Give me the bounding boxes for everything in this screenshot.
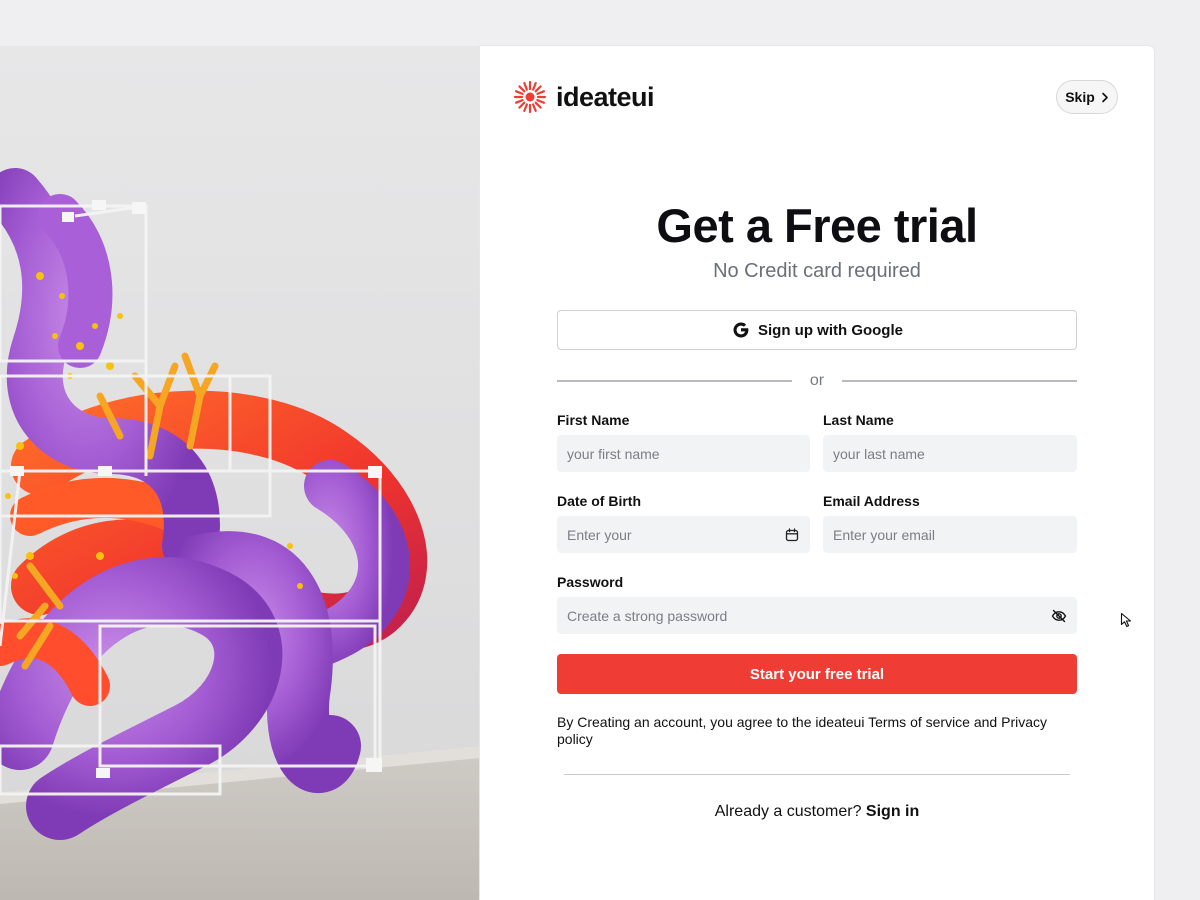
- page-subtitle: No Credit card required: [713, 260, 921, 282]
- divider-line-left: [557, 380, 792, 382]
- start-free-trial-button[interactable]: Start your free trial: [557, 654, 1077, 694]
- first-name-input[interactable]: [567, 445, 800, 462]
- last-name-label: Last Name: [823, 412, 894, 428]
- skip-label: Skip: [1065, 89, 1095, 105]
- password-input[interactable]: [567, 607, 1045, 624]
- google-signup-button[interactable]: Sign up with Google: [557, 310, 1077, 350]
- page-title: Get a Free trial: [656, 199, 978, 252]
- first-name-field[interactable]: [557, 435, 810, 472]
- or-divider: or: [557, 371, 1077, 391]
- calendar-icon[interactable]: [784, 527, 800, 543]
- last-name-field[interactable]: [823, 435, 1077, 472]
- sunburst-logo-icon: [513, 80, 547, 114]
- password-field[interactable]: [557, 597, 1077, 634]
- dob-input[interactable]: [567, 526, 778, 543]
- terms-text: By Creating an account, you agree to the…: [557, 714, 1048, 747]
- brand-logo[interactable]: ideateui: [513, 80, 655, 114]
- brand-name: ideateui: [556, 81, 655, 112]
- mouse-pointer-icon: [1120, 612, 1132, 628]
- signin-row: Already a customer? Sign in: [480, 803, 1154, 821]
- password-label: Password: [557, 574, 624, 590]
- email-label: Email Address: [823, 493, 920, 509]
- email-input[interactable]: [833, 526, 1067, 543]
- or-text: or: [809, 372, 825, 389]
- google-icon: [733, 322, 749, 338]
- signin-prompt: Already a customer?: [714, 803, 866, 820]
- dob-field[interactable]: [557, 516, 810, 553]
- first-name-label: First Name: [557, 412, 630, 428]
- signup-card: ideateui Skip Get a Free trial No Credit…: [480, 46, 1154, 900]
- eye-off-icon[interactable]: [1051, 608, 1067, 624]
- email-field[interactable]: [823, 516, 1077, 553]
- dob-label: Date of Birth: [557, 493, 641, 509]
- skip-button[interactable]: Skip: [1056, 80, 1118, 114]
- footer-divider: [564, 774, 1070, 775]
- signin-link[interactable]: Sign in: [866, 803, 919, 820]
- chevron-right-icon: [1101, 92, 1108, 102]
- divider-line-right: [842, 380, 1077, 382]
- hero-artwork: [0, 46, 480, 900]
- last-name-input[interactable]: [833, 445, 1067, 462]
- google-signup-label: Sign up with Google: [758, 321, 903, 339]
